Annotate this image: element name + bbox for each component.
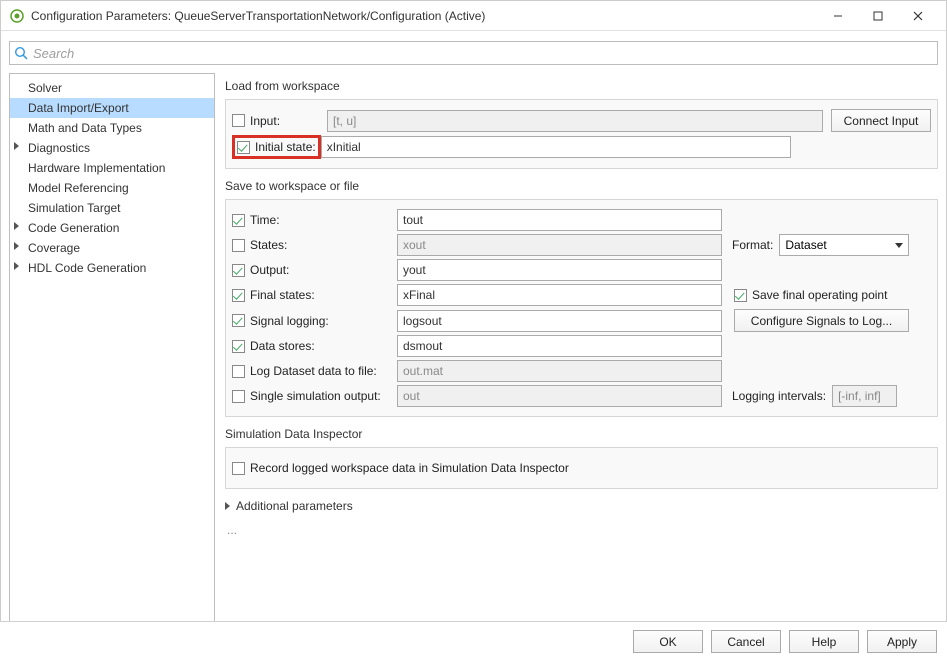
output-checkbox[interactable] [232, 264, 245, 277]
initial-state-row: Initial state: [232, 135, 931, 159]
sidebar-item-label: HDL Code Generation [28, 261, 146, 275]
help-button[interactable]: Help [789, 630, 859, 653]
sidebar-item-code-generation[interactable]: Code Generation [10, 218, 214, 238]
maximize-button[interactable] [858, 1, 898, 31]
single-out-checkbox[interactable] [232, 390, 245, 403]
sidebar-item-model-referencing[interactable]: Model Referencing [10, 178, 214, 198]
states-label: States: [250, 238, 287, 252]
format-dropdown[interactable]: Dataset [779, 234, 909, 256]
expand-icon [14, 142, 19, 150]
sidebar-item-label: Code Generation [28, 221, 119, 235]
sidebar-item-math-data-types[interactable]: Math and Data Types [10, 118, 214, 138]
sidebar-item-label: Simulation Target [28, 201, 121, 215]
initial-state-highlight: Initial state: [232, 135, 321, 159]
format-value: Dataset [785, 238, 826, 252]
close-button[interactable] [898, 1, 938, 31]
single-out-label: Single simulation output: [250, 389, 381, 403]
data-stores-checkbox[interactable] [232, 340, 245, 353]
initial-state-field[interactable] [321, 136, 791, 158]
dialog-footer: OK Cancel Help Apply [0, 621, 947, 661]
output-label: Output: [250, 263, 289, 277]
output-field[interactable] [397, 259, 722, 281]
sidebar-item-label: Solver [28, 81, 62, 95]
app-icon [9, 8, 25, 24]
sdi-section-group: Record logged workspace data in Simulati… [225, 447, 938, 489]
final-states-field[interactable] [397, 284, 722, 306]
load-section-group: Input: Connect Input Initial state: [225, 99, 938, 169]
additional-parameters-label: Additional parameters [236, 499, 353, 513]
search-bar-container [1, 31, 946, 73]
logging-intervals-label: Logging intervals: [732, 389, 826, 403]
save-section-title: Save to workspace or file [225, 179, 938, 193]
save-section-group: Time: States: Format: Dataset Output: Fi… [225, 199, 938, 417]
sidebar-item-diagnostics[interactable]: Diagnostics [10, 138, 214, 158]
sidebar-item-label: Diagnostics [28, 141, 90, 155]
signal-logging-label: Signal logging: [250, 314, 329, 328]
log-file-checkbox[interactable] [232, 365, 245, 378]
input-row: Input: Connect Input [232, 109, 931, 132]
log-file-field [397, 360, 722, 382]
window-title: Configuration Parameters: QueueServerTra… [31, 9, 818, 23]
states-checkbox[interactable] [232, 239, 245, 252]
category-sidebar: Solver Data Import/Export Math and Data … [9, 73, 215, 633]
sidebar-item-label: Coverage [28, 241, 80, 255]
search-input[interactable] [33, 46, 933, 61]
time-label: Time: [250, 213, 280, 227]
logging-intervals-field [832, 385, 897, 407]
sidebar-item-solver[interactable]: Solver [10, 78, 214, 98]
expand-icon [14, 262, 19, 270]
initial-state-label: Initial state: [255, 140, 316, 154]
sidebar-item-data-import-export[interactable]: Data Import/Export [10, 98, 214, 118]
initial-state-checkbox[interactable] [237, 141, 250, 154]
expand-icon [14, 242, 19, 250]
more-indicator: ... [227, 523, 938, 537]
input-checkbox[interactable] [232, 114, 245, 127]
cancel-button[interactable]: Cancel [711, 630, 781, 653]
sdi-record-label: Record logged workspace data in Simulati… [250, 461, 569, 475]
search-icon [14, 46, 29, 61]
input-field [327, 110, 823, 132]
connect-input-button[interactable]: Connect Input [831, 109, 931, 132]
input-label: Input: [250, 114, 280, 128]
time-checkbox[interactable] [232, 214, 245, 227]
content-pane: Load from workspace Input: Connect Input… [219, 73, 938, 633]
sidebar-item-label: Hardware Implementation [28, 161, 165, 175]
minimize-button[interactable] [818, 1, 858, 31]
data-stores-label: Data stores: [250, 339, 315, 353]
sdi-section-title: Simulation Data Inspector [225, 427, 938, 441]
data-stores-field[interactable] [397, 335, 722, 357]
title-bar: Configuration Parameters: QueueServerTra… [1, 1, 946, 31]
sidebar-item-hardware-implementation[interactable]: Hardware Implementation [10, 158, 214, 178]
ok-button[interactable]: OK [633, 630, 703, 653]
signal-logging-field[interactable] [397, 310, 722, 332]
expand-icon [225, 502, 230, 510]
format-label: Format: [732, 238, 773, 252]
load-section-title: Load from workspace [225, 79, 938, 93]
sidebar-item-simulation-target[interactable]: Simulation Target [10, 198, 214, 218]
final-states-label: Final states: [250, 288, 315, 302]
sdi-record-checkbox[interactable] [232, 462, 245, 475]
sidebar-item-hdl-code-generation[interactable]: HDL Code Generation [10, 258, 214, 278]
log-file-label: Log Dataset data to file: [250, 364, 377, 378]
signal-logging-checkbox[interactable] [232, 314, 245, 327]
apply-button[interactable]: Apply [867, 630, 937, 653]
additional-parameters-expander[interactable]: Additional parameters [225, 499, 938, 513]
expand-icon [14, 222, 19, 230]
configure-signals-button[interactable]: Configure Signals to Log... [734, 309, 909, 332]
chevron-down-icon [895, 243, 903, 248]
sidebar-item-label: Math and Data Types [28, 121, 142, 135]
sidebar-item-label: Model Referencing [28, 181, 129, 195]
save-op-checkbox[interactable] [734, 289, 747, 302]
single-out-field [397, 385, 722, 407]
search-bar[interactable] [9, 41, 938, 65]
final-states-checkbox[interactable] [232, 289, 245, 302]
time-field[interactable] [397, 209, 722, 231]
sidebar-item-label: Data Import/Export [28, 101, 129, 115]
states-field [397, 234, 722, 256]
sidebar-item-coverage[interactable]: Coverage [10, 238, 214, 258]
save-op-label: Save final operating point [752, 288, 887, 302]
